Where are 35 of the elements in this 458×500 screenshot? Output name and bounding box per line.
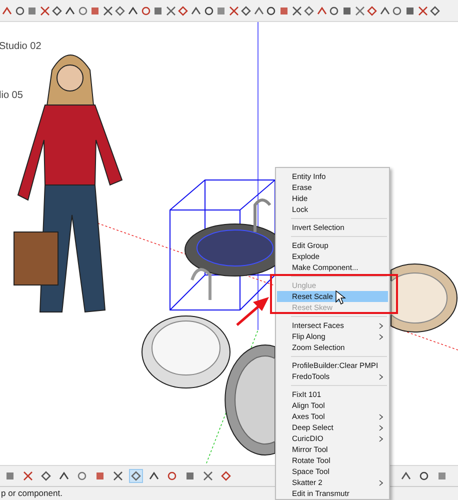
- tool-icon[interactable]: [228, 6, 239, 16]
- tool-icon[interactable]: [354, 6, 365, 16]
- tool-icon[interactable]: [78, 6, 88, 16]
- tool-icon[interactable]: [52, 6, 62, 16]
- tool-icon[interactable]: [367, 6, 378, 16]
- tool-icon[interactable]: [241, 6, 252, 16]
- tool-icon[interactable]: [140, 6, 151, 16]
- tool-icon[interactable]: [190, 6, 201, 16]
- tool-icon[interactable]: [14, 6, 25, 16]
- canvas-label: lio 05: [0, 90, 23, 101]
- tool-icon[interactable]: [102, 6, 113, 16]
- tool-icon[interactable]: [153, 6, 164, 16]
- tool-icon[interactable]: [329, 6, 340, 16]
- tool-icon[interactable]: [204, 6, 214, 16]
- tool-icon[interactable]: [418, 6, 428, 16]
- tool-icon[interactable]: [254, 6, 264, 16]
- tool-icon[interactable]: [128, 6, 138, 16]
- tool-icon[interactable]: [380, 6, 390, 16]
- tool-icon[interactable]: [178, 6, 188, 16]
- pointer-arrow: [236, 297, 269, 326]
- mouse-cursor-icon: [336, 290, 346, 304]
- tool-icon[interactable]: [316, 6, 327, 16]
- tool-icon[interactable]: [115, 6, 126, 16]
- tool-icon[interactable]: [304, 6, 314, 16]
- tool-icon[interactable]: [392, 6, 402, 16]
- tool-icon[interactable]: [40, 6, 50, 16]
- tool-icon[interactable]: [405, 6, 415, 16]
- tool-icon[interactable]: [2, 6, 12, 16]
- tool-icon[interactable]: [292, 6, 302, 16]
- tool-icon[interactable]: [64, 6, 75, 16]
- tool-icon[interactable]: [166, 6, 176, 16]
- tool-icon[interactable]: [430, 6, 440, 16]
- tool-icon[interactable]: [266, 6, 276, 16]
- tool-icon[interactable]: [342, 6, 352, 16]
- beige-sink-drawing: [390, 264, 458, 332]
